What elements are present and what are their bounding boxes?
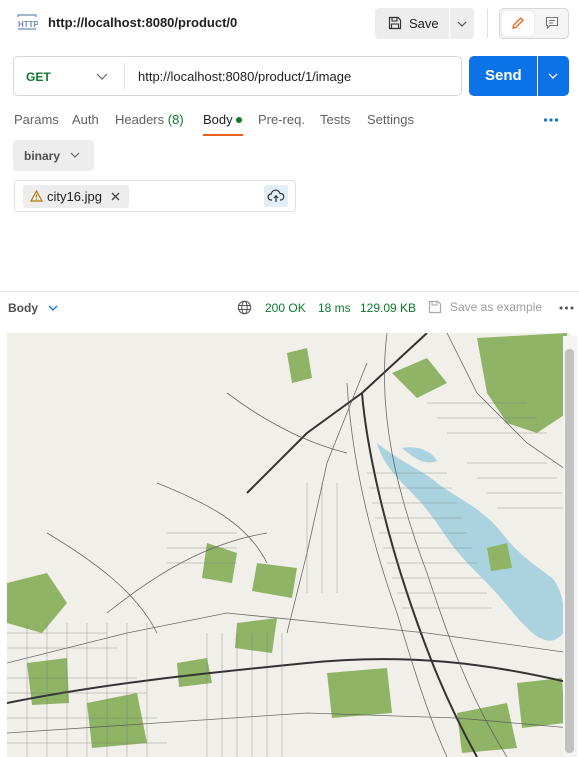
warning-icon <box>30 190 43 202</box>
request-title[interactable]: http://localhost:8080/product/0 <box>48 15 237 30</box>
tab-settings[interactable]: Settings <box>367 112 414 127</box>
mode-toggle <box>499 8 569 39</box>
file-name: city16.jpg <box>47 189 102 204</box>
divider <box>124 63 125 90</box>
send-button[interactable]: Send <box>469 56 537 96</box>
save-options-button[interactable] <box>450 8 474 39</box>
tab-auth[interactable]: Auth <box>72 112 99 127</box>
save-as-example-button[interactable]: Save as example <box>450 300 542 314</box>
tab-tests[interactable]: Tests <box>320 112 350 127</box>
scrollbar-thumb[interactable] <box>565 349 574 753</box>
body-type-select[interactable]: binary <box>13 140 94 171</box>
body-indicator-dot <box>236 117 242 123</box>
tab-params[interactable]: Params <box>14 112 59 127</box>
cloud-upload-icon <box>267 189 285 202</box>
close-icon[interactable] <box>111 192 120 201</box>
chevron-down-icon[interactable] <box>96 71 108 81</box>
title-bar: HTTP http://localhost:8080/product/0 Sav… <box>0 0 579 46</box>
file-chip: city16.jpg <box>23 185 129 208</box>
body-type-label: binary <box>24 149 61 163</box>
active-tab-indicator <box>203 134 243 136</box>
chevron-down-icon <box>548 73 558 79</box>
chevron-down-icon <box>70 152 80 158</box>
http-icon: HTTP <box>17 14 38 30</box>
chevron-down-icon <box>457 21 467 27</box>
method-select[interactable]: GET <box>26 70 51 84</box>
request-editor: HTTP http://localhost:8080/product/0 Sav… <box>0 0 579 757</box>
send-label: Send <box>485 67 522 84</box>
comment-icon <box>545 16 559 30</box>
headers-count: (8) <box>167 112 184 127</box>
divider <box>487 9 488 38</box>
status-code[interactable]: 200 OK <box>265 301 306 315</box>
url-input[interactable]: http://localhost:8080/product/1/image <box>138 69 351 84</box>
comment-mode-button[interactable] <box>536 11 568 36</box>
more-icon[interactable] <box>543 117 559 123</box>
response-view-select[interactable]: Body <box>8 301 38 315</box>
save-button[interactable]: Save <box>375 8 449 39</box>
tab-headers-label: Headers <box>115 112 165 127</box>
edit-mode-button[interactable] <box>502 11 534 36</box>
upload-button[interactable] <box>264 185 288 207</box>
response-size[interactable]: 129.09 KB <box>360 301 416 315</box>
tab-headers[interactable]: Headers (8) <box>115 112 184 127</box>
tab-pre-request[interactable]: Pre-req. <box>258 112 305 127</box>
save-icon <box>388 16 402 30</box>
more-icon[interactable] <box>559 305 574 311</box>
globe-icon[interactable] <box>237 300 252 315</box>
save-label: Save <box>409 16 439 31</box>
send-options-button[interactable] <box>538 56 569 96</box>
response-time[interactable]: 18 ms <box>318 301 351 315</box>
url-bar: GET http://localhost:8080/product/1/imag… <box>13 56 462 96</box>
chevron-down-icon[interactable] <box>48 305 58 311</box>
pane-divider[interactable] <box>0 291 579 292</box>
svg-text:HTTP: HTTP <box>18 20 38 29</box>
city-map-image <box>7 333 571 757</box>
pencil-icon <box>512 17 524 29</box>
response-image <box>7 333 571 757</box>
file-selector: city16.jpg <box>14 180 296 212</box>
tab-body[interactable]: Body <box>203 112 233 127</box>
save-icon <box>428 300 442 314</box>
